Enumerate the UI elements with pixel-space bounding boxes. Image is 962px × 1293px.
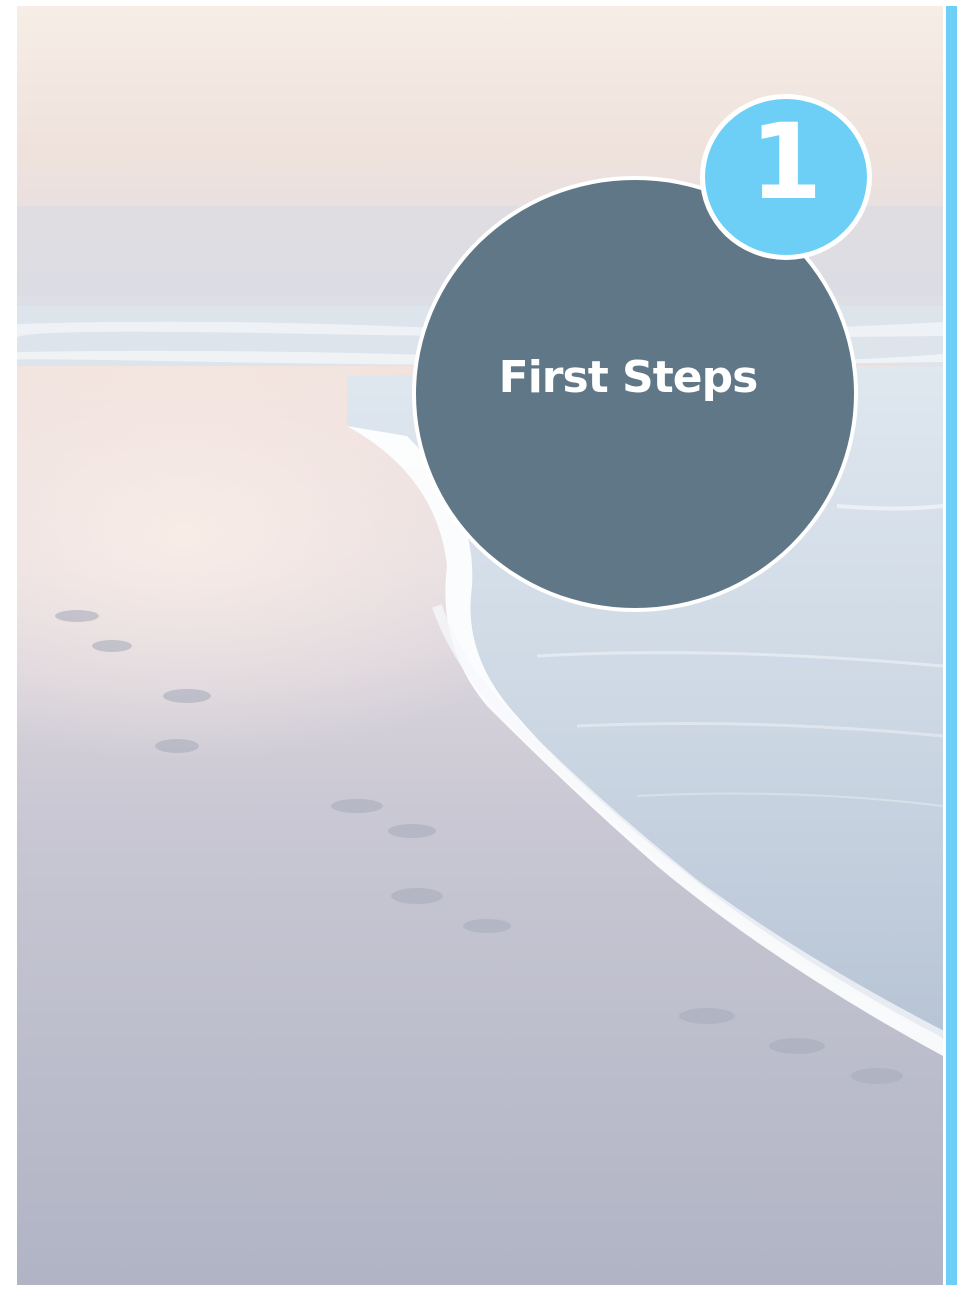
chapter-title: First Steps [498, 352, 759, 403]
chapter-cover-page: First Steps 1 [0, 0, 962, 1293]
chapter-number: 1 [749, 101, 823, 223]
page-edge-accent-bar [946, 6, 957, 1285]
